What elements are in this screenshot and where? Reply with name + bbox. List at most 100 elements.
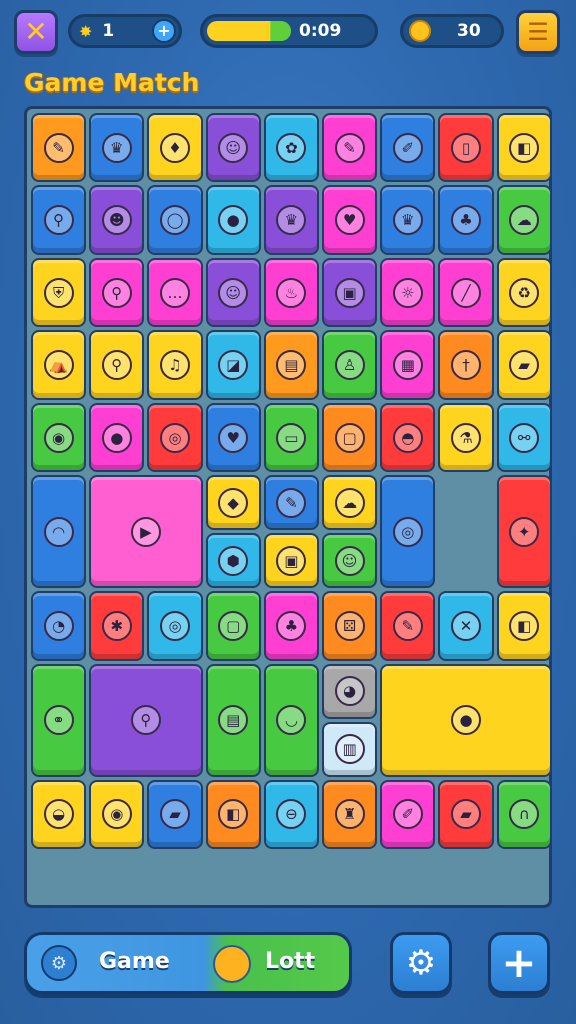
tile-ball[interactable]: ● (205, 185, 261, 255)
tile-lollipop[interactable]: ◉ (89, 779, 145, 849)
tile-bag[interactable]: ▢ (322, 402, 378, 473)
tile-bag[interactable]: ▢ (205, 591, 261, 661)
tile-key[interactable]: ⚲ (89, 663, 203, 777)
tile-pen[interactable]: ✎ (322, 113, 378, 183)
tile-burger[interactable]: ◓ (380, 402, 436, 473)
tile-lolly[interactable]: ● (89, 402, 145, 473)
tile-hexagon[interactable]: ⬢ (205, 533, 261, 589)
play-icon: ▶ (130, 516, 161, 547)
tile-ring[interactable]: ◯ (147, 185, 203, 255)
tile-bird[interactable]: ✦ (496, 475, 552, 589)
tile-pencil[interactable]: ✎ (380, 591, 436, 661)
tile-ghost[interactable]: ☁ (496, 185, 552, 255)
tile-pot[interactable]: ◒ (31, 779, 87, 849)
ghost-icon: ☁ (509, 205, 540, 236)
tile-donut[interactable]: ◎ (147, 591, 203, 661)
tile-phone[interactable]: ▯ (438, 113, 494, 183)
tile-alien[interactable]: ☺ (205, 257, 261, 328)
tile-battery[interactable]: ▭ (263, 402, 319, 473)
tile-shield[interactable]: ⛨ (31, 257, 87, 328)
tile-eraser[interactable]: ▰ (147, 779, 203, 849)
tile-play[interactable]: ▶ (89, 475, 203, 589)
tile-bell[interactable]: ♫ (147, 330, 203, 400)
tile-tent[interactable]: ⛺ (31, 330, 87, 400)
tile-pie[interactable]: ◔ (31, 591, 87, 661)
tile-dice[interactable]: ⚄ (322, 591, 378, 661)
tile-pen[interactable]: ✐ (380, 779, 436, 849)
tile-crown[interactable]: ♛ (89, 113, 145, 183)
tile-leaf[interactable]: ♦ (147, 113, 203, 183)
tile-box[interactable]: ◧ (205, 779, 261, 849)
tile-box[interactable]: ◧ (496, 113, 552, 183)
tile-fan[interactable]: ✱ (89, 591, 145, 661)
tile-key[interactable]: ⚲ (31, 185, 87, 255)
tile-crown[interactable]: ♛ (380, 185, 436, 255)
tile-rainbow[interactable]: ◠ (31, 475, 87, 589)
tile-blob[interactable]: ◉ (31, 402, 87, 473)
tile-stool[interactable]: ♜ (322, 779, 378, 849)
tile-blade[interactable]: † (438, 330, 494, 400)
tile-gum[interactable]: ▰ (438, 779, 494, 849)
tile-gem[interactable]: ◆ (205, 475, 261, 531)
tile-face[interactable]: ☺ (322, 533, 378, 589)
tile-potion[interactable]: ⚗ (438, 402, 494, 473)
tile-bandage[interactable]: ⊖ (263, 779, 319, 849)
tile-usb[interactable]: ⚭ (31, 663, 87, 777)
tile-cube[interactable]: ◪ (205, 330, 261, 400)
tile-frame[interactable]: ▣ (263, 533, 319, 589)
bag-icon: ◧ (509, 610, 540, 641)
cube-icon: ◪ (218, 350, 249, 381)
lives-value: 1 (102, 21, 115, 41)
tile-eraser[interactable]: ▰ (496, 330, 552, 400)
tile-shelf[interactable]: ▤ (205, 663, 261, 777)
lott-icon (213, 945, 251, 983)
close-button[interactable]: ✕ (14, 10, 58, 54)
tile-goggles[interactable]: ◎ (380, 475, 436, 589)
usb-icon: ⚭ (43, 705, 74, 736)
tile-pin[interactable]: ⚲ (89, 330, 145, 400)
tile-chat[interactable]: … (147, 257, 203, 328)
tile-bowl[interactable]: ◡ (263, 663, 319, 777)
tile-apple[interactable]: ● (380, 663, 552, 777)
tile-magnet[interactable]: ∩ (496, 779, 552, 849)
rune-icon: ✕ (450, 610, 481, 641)
tile-apple[interactable]: ♥ (205, 402, 261, 473)
timer-bar: 0:09 (200, 14, 378, 48)
bottom-bar: ⚙ Game Lott ⚙ + (0, 920, 576, 1024)
tile-cup[interactable]: ♨ (263, 257, 319, 328)
tile-pin[interactable]: ⚲ (89, 257, 145, 328)
settings-button[interactable]: ⚙ (390, 932, 452, 994)
plant-icon: ♣ (276, 610, 307, 641)
tile-brush[interactable]: ✎ (263, 475, 319, 531)
tile-cloud[interactable]: ☁ (322, 475, 378, 531)
tile-lens[interactable]: ◎ (147, 402, 203, 473)
tile-bug[interactable]: ✿ (263, 113, 319, 183)
menu-button[interactable]: ☰ (516, 10, 560, 54)
tile-bone[interactable]: ⚯ (496, 402, 552, 473)
add-lives-button[interactable]: + (152, 19, 176, 43)
tile-book[interactable]: ▥ (322, 721, 378, 777)
figure-icon: ♙ (334, 350, 365, 381)
tile-bin[interactable]: ♻ (496, 257, 552, 328)
tile-brush[interactable]: ✐ (380, 113, 436, 183)
tile-cart[interactable]: ▤ (263, 330, 319, 400)
tile-figure[interactable]: ♙ (322, 330, 378, 400)
tile-rune[interactable]: ✕ (438, 591, 494, 661)
pen-icon: ✎ (334, 132, 365, 163)
tile-pencil[interactable]: ✎ (31, 113, 87, 183)
tile-bulb[interactable]: ◕ (322, 663, 378, 719)
tile-heart[interactable]: ♥ (322, 185, 378, 255)
add-button[interactable]: + (488, 932, 550, 994)
tile-rubik[interactable]: ▦ (380, 330, 436, 400)
tile-bag[interactable]: ◧ (496, 591, 552, 661)
tile-sun[interactable]: ☼ (380, 257, 436, 328)
tile-robot[interactable]: ▣ (322, 257, 378, 328)
tile-crown[interactable]: ♛ (263, 185, 319, 255)
tile-plant[interactable]: ♣ (263, 591, 319, 661)
game-lott-button[interactable]: ⚙ Game Lott (24, 932, 352, 994)
gum-icon: ▰ (450, 799, 481, 830)
tile-monster[interactable]: ☺ (205, 113, 261, 183)
tile-wand[interactable]: ╱ (438, 257, 494, 328)
tile-leaf[interactable]: ♣ (438, 185, 494, 255)
tile-cat[interactable]: ☻ (89, 185, 145, 255)
